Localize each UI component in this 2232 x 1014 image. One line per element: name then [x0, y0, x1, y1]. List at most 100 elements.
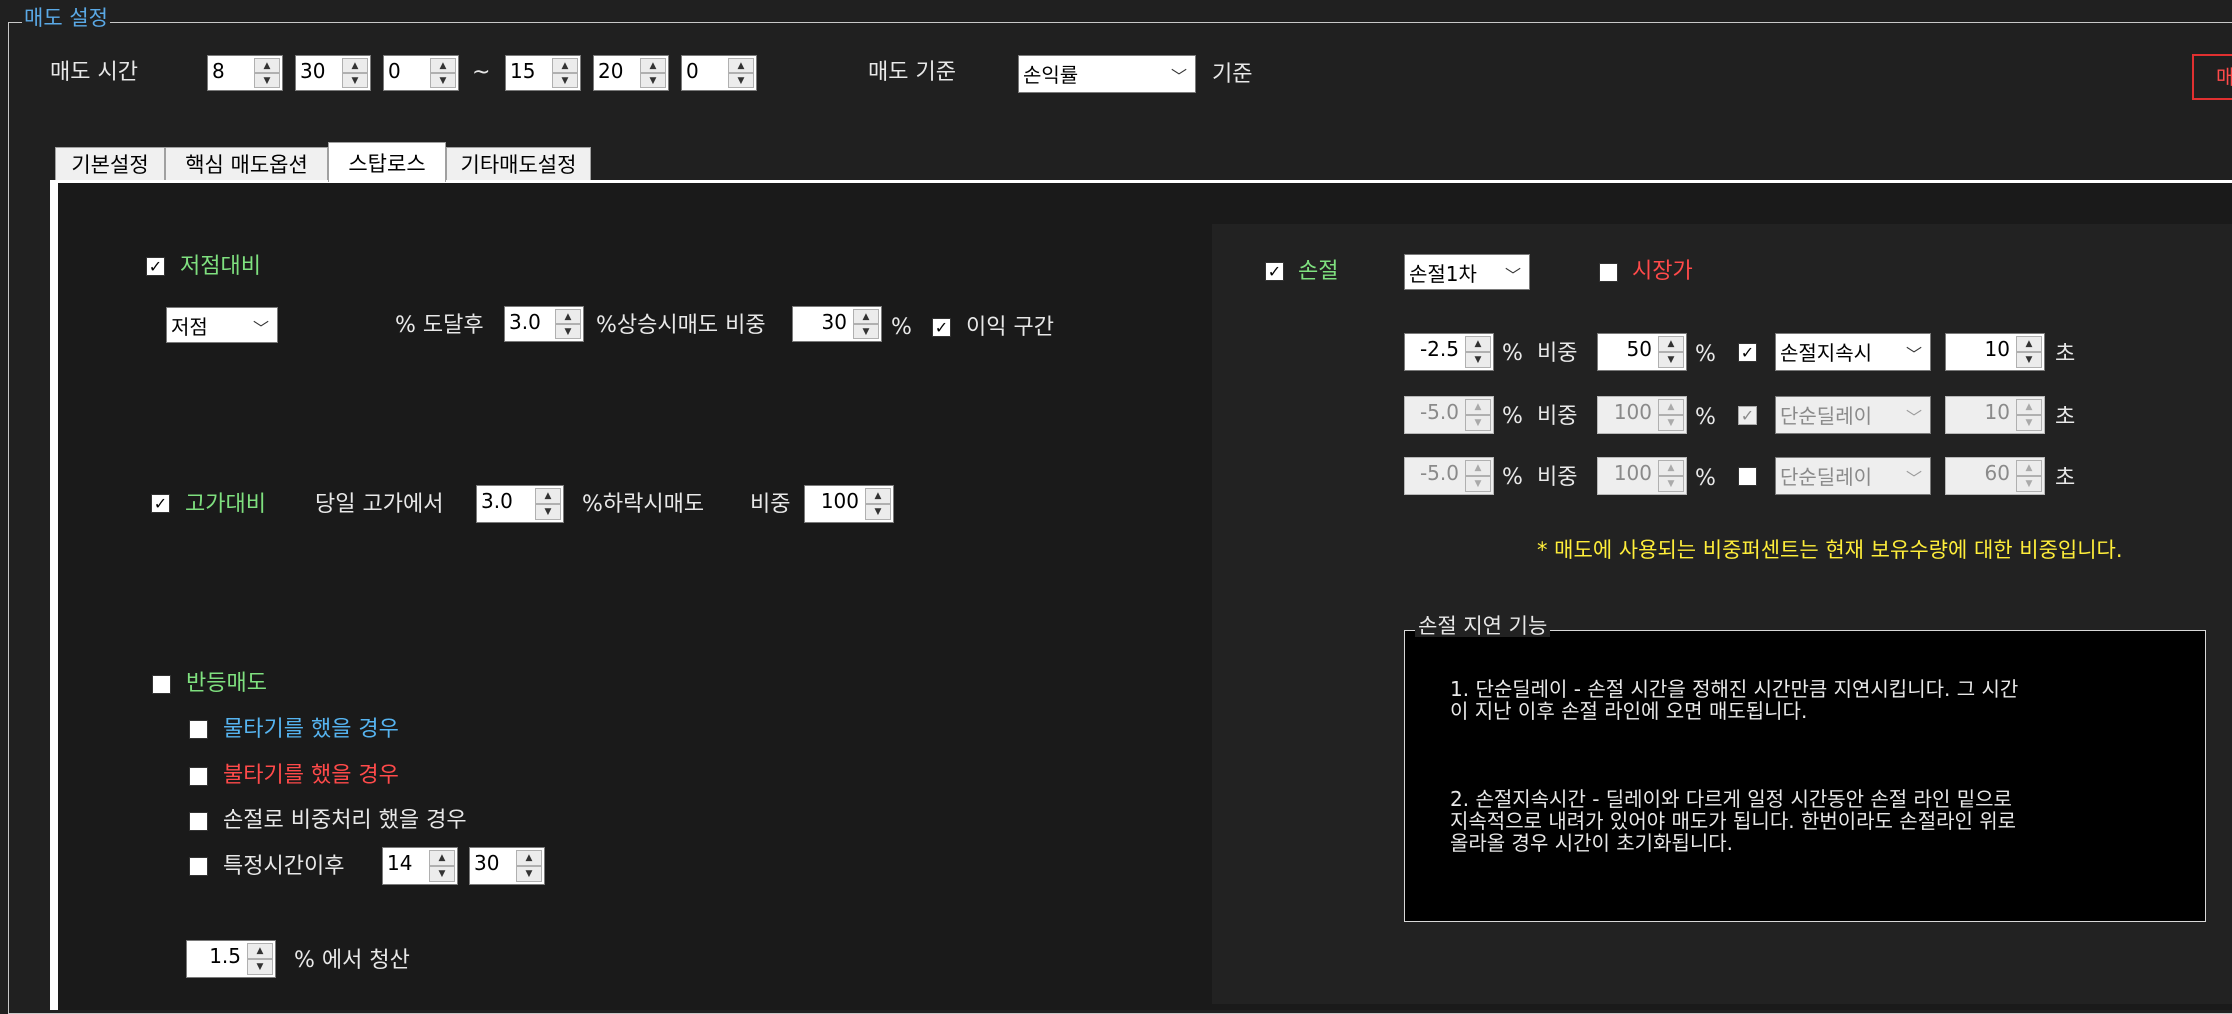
- stoploss-row1-seconds[interactable]: 10 ▲ ▼: [1945, 333, 2045, 371]
- spin-up-icon[interactable]: ▲: [1658, 460, 1684, 476]
- high-pct-spinner[interactable]: 3.0 ▲ ▼: [476, 485, 564, 523]
- spin-up-icon[interactable]: ▲: [430, 58, 456, 73]
- spin-down-icon[interactable]: ▼: [1658, 415, 1684, 431]
- averaging-down-checkbox[interactable]: [189, 720, 208, 739]
- end-hour-spinner[interactable]: 15 ▲ ▼: [505, 55, 581, 91]
- low-base-select[interactable]: 저점 ﹀: [166, 307, 278, 343]
- liquidate-pct-spinner[interactable]: 1.5 ▲ ▼: [186, 940, 276, 978]
- spin-down-icon[interactable]: ▼: [430, 73, 456, 88]
- spin-up-icon[interactable]: ▲: [247, 943, 273, 959]
- stoploss-row2-delay-checkbox[interactable]: ✓: [1738, 406, 1757, 425]
- spin-up-icon[interactable]: ▲: [1465, 399, 1491, 415]
- chevron-down-icon: ﹀: [1905, 469, 1922, 488]
- stoploss-row3-pct[interactable]: -5.0 ▲ ▼: [1404, 457, 1494, 495]
- end-minute-spinner[interactable]: 20 ▲ ▼: [593, 55, 669, 91]
- stoploss-row2-pct[interactable]: -5.0 ▲ ▼: [1404, 396, 1494, 434]
- stoploss-row1-delay-checkbox[interactable]: ✓: [1738, 343, 1757, 362]
- low-rise-label: %상승시매도 비중: [596, 313, 766, 338]
- spin-down-icon[interactable]: ▼: [1658, 352, 1684, 368]
- stoploss-row1-pct[interactable]: -2.5 ▲ ▼: [1404, 333, 1494, 371]
- low-pct-spinner[interactable]: 3.0 ▲ ▼: [504, 306, 584, 342]
- spin-down-icon[interactable]: ▼: [555, 324, 581, 339]
- weight-label: 비중: [1537, 341, 1578, 366]
- stoploss-weight-checkbox[interactable]: [189, 812, 208, 831]
- spin-up-icon[interactable]: ▲: [853, 309, 879, 324]
- spin-up-icon[interactable]: ▲: [429, 850, 455, 866]
- spin-down-icon[interactable]: ▼: [552, 73, 578, 88]
- profit-zone-checkbox[interactable]: ✓: [932, 318, 951, 337]
- spin-down-icon[interactable]: ▼: [1465, 476, 1491, 492]
- spin-up-icon[interactable]: ▲: [535, 488, 561, 504]
- spin-up-icon[interactable]: ▲: [1658, 336, 1684, 352]
- stoploss-row2-delay-select[interactable]: 단순딜레이 ﹀: [1775, 396, 1931, 434]
- spin-down-icon[interactable]: ▼: [1658, 476, 1684, 492]
- spin-up-icon[interactable]: ▲: [254, 58, 280, 73]
- pct-sign: %: [1502, 404, 1523, 429]
- stoploss-row3-delay-select[interactable]: 단순딜레이 ﹀: [1775, 457, 1931, 495]
- spin-up-icon[interactable]: ▲: [640, 58, 666, 73]
- spin-down-icon[interactable]: ▼: [342, 73, 368, 88]
- high-weight-spinner[interactable]: 100 ▲ ▼: [804, 485, 894, 523]
- spin-up-icon[interactable]: ▲: [865, 488, 891, 504]
- low-reach-label: % 도달후: [395, 313, 484, 338]
- spin-up-icon[interactable]: ▲: [552, 58, 578, 73]
- spin-down-icon[interactable]: ▼: [254, 73, 280, 88]
- stoploss-row3-delay-checkbox[interactable]: [1738, 467, 1757, 486]
- right-action-button[interactable]: 매: [2192, 54, 2232, 100]
- spin-down-icon[interactable]: ▼: [535, 504, 561, 520]
- high-compare-checkbox[interactable]: ✓: [151, 494, 170, 513]
- spin-up-icon[interactable]: ▲: [2016, 399, 2042, 415]
- spin-down-icon[interactable]: ▼: [853, 324, 879, 339]
- spin-down-icon[interactable]: ▼: [1465, 352, 1491, 368]
- spin-up-icon[interactable]: ▲: [1658, 399, 1684, 415]
- after-hour-spinner[interactable]: 14 ▲ ▼: [382, 847, 458, 885]
- spin-up-icon[interactable]: ▲: [728, 58, 754, 73]
- stoploss-row1-delay-select[interactable]: 손절지속시 ﹀: [1775, 333, 1931, 371]
- start-second-spinner[interactable]: 0 ▲ ▼: [383, 55, 459, 91]
- stoploss-row1-weight[interactable]: 50 ▲ ▼: [1597, 333, 1687, 371]
- spin-up-icon[interactable]: ▲: [1465, 336, 1491, 352]
- after-time-checkbox[interactable]: [189, 857, 208, 876]
- sell-basis-select[interactable]: 손익률 ﹀: [1018, 55, 1196, 93]
- tab-basic-settings[interactable]: 기본설정: [55, 147, 165, 181]
- spin-up-icon[interactable]: ▲: [2016, 460, 2042, 476]
- spin-down-icon[interactable]: ▼: [1465, 415, 1491, 431]
- end-second-spinner[interactable]: 0 ▲ ▼: [681, 55, 757, 91]
- stoploss-weight-label: 손절로 비중처리 했을 경우: [223, 808, 467, 833]
- pct-sign: %: [1502, 465, 1523, 490]
- spin-down-icon[interactable]: ▼: [2016, 415, 2042, 431]
- weight-note: * 매도에 사용되는 비중퍼센트는 현재 보유수량에 대한 비중입니다.: [1537, 538, 2123, 562]
- spin-up-icon[interactable]: ▲: [342, 58, 368, 73]
- spin-down-icon[interactable]: ▼: [728, 73, 754, 88]
- stoploss-stage-select[interactable]: 손절1차 ﹀: [1404, 254, 1530, 290]
- stoploss-row2-seconds[interactable]: 10 ▲ ▼: [1945, 396, 2045, 434]
- spin-down-icon[interactable]: ▼: [640, 73, 666, 88]
- rebound-checkbox[interactable]: [152, 675, 171, 694]
- spin-up-icon[interactable]: ▲: [2016, 336, 2042, 352]
- spin-up-icon[interactable]: ▲: [1465, 460, 1491, 476]
- stoploss-row2-weight[interactable]: 100 ▲ ▼: [1597, 396, 1687, 434]
- stoploss-checkbox[interactable]: ✓: [1265, 262, 1284, 281]
- stoploss-row3-seconds[interactable]: 60 ▲ ▼: [1945, 457, 2045, 495]
- market-price-checkbox[interactable]: [1599, 263, 1618, 282]
- start-minute-spinner[interactable]: 30 ▲ ▼: [295, 55, 371, 91]
- spin-down-icon[interactable]: ▼: [2016, 352, 2042, 368]
- spin-up-icon[interactable]: ▲: [516, 850, 542, 866]
- after-minute-spinner[interactable]: 30 ▲ ▼: [469, 847, 545, 885]
- spin-down-icon[interactable]: ▼: [865, 504, 891, 520]
- tab-stoploss[interactable]: 스탑로스: [328, 142, 446, 182]
- tab-other-sell-settings[interactable]: 기타매도설정: [446, 147, 591, 181]
- spin-down-icon[interactable]: ▼: [2016, 476, 2042, 492]
- low-compare-checkbox[interactable]: ✓: [146, 257, 165, 276]
- spin-down-icon[interactable]: ▼: [429, 866, 455, 882]
- low-pct-sign: %: [891, 315, 912, 340]
- spin-up-icon[interactable]: ▲: [555, 309, 581, 324]
- tab-core-sell-options[interactable]: 핵심 매도옵션: [165, 147, 328, 181]
- start-hour-spinner[interactable]: 8 ▲ ▼: [207, 55, 283, 91]
- pyramiding-checkbox[interactable]: [189, 767, 208, 786]
- spin-down-icon[interactable]: ▼: [516, 866, 542, 882]
- spin-down-icon[interactable]: ▼: [247, 959, 273, 975]
- seconds-label: 초: [2055, 466, 2076, 491]
- low-weight-spinner[interactable]: 30 ▲ ▼: [792, 306, 882, 342]
- stoploss-row3-weight[interactable]: 100 ▲ ▼: [1597, 457, 1687, 495]
